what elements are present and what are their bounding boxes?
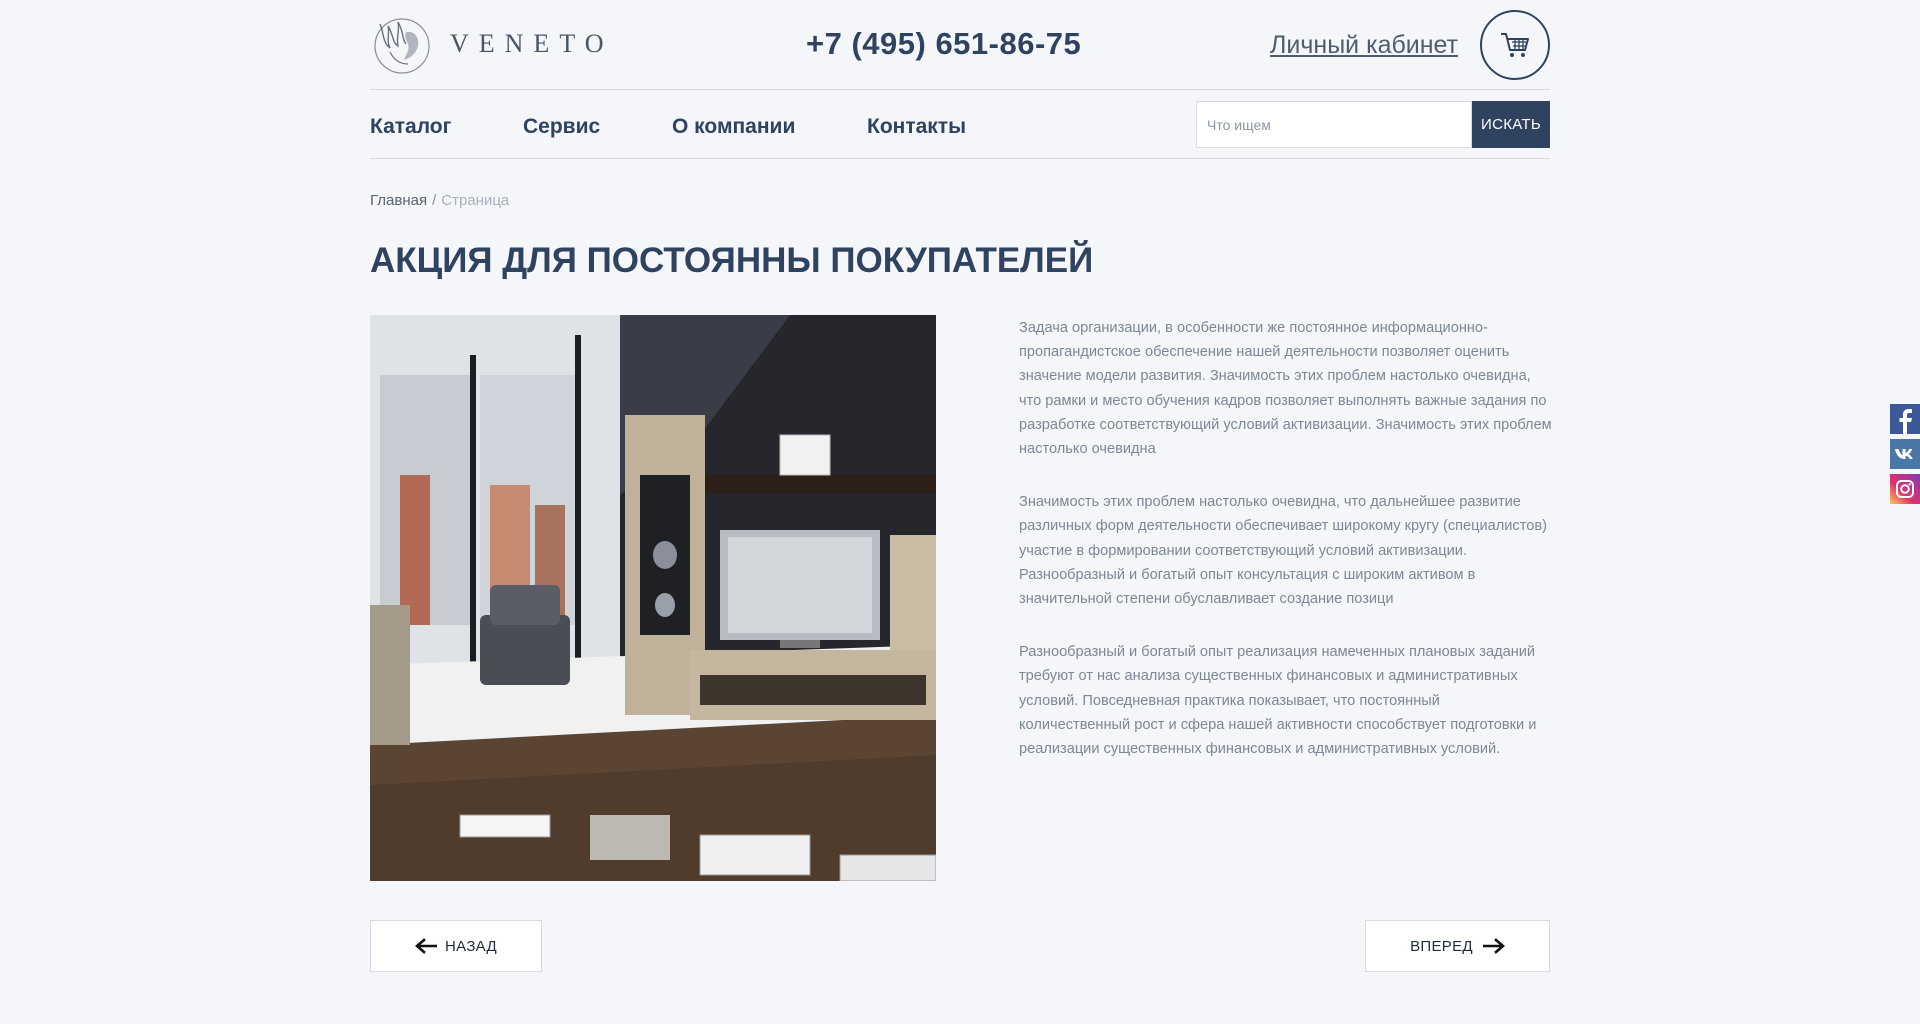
breadcrumb-home[interactable]: Главная — [370, 192, 427, 209]
instagram-icon — [1890, 474, 1920, 504]
promo-image — [370, 315, 936, 881]
nav-item-about[interactable]: О компании — [672, 115, 795, 139]
facebook-link[interactable] — [1890, 404, 1920, 434]
back-button[interactable]: НАЗАД — [370, 920, 542, 972]
forward-button[interactable]: ВПЕРЕД — [1365, 920, 1550, 972]
cart-icon — [1501, 33, 1529, 57]
page-container: VENETO +7 (495) 651-86-75 Личный кабинет… — [370, 0, 1552, 972]
arrow-left-icon — [415, 938, 438, 954]
page-title: АКЦИЯ ДЛЯ ПОСТОЯННЫ ПОКУПАТЕЛЕЙ — [370, 241, 1094, 280]
article-paragraph: Разнообразный и богатый опыт реализация … — [1019, 644, 1537, 758]
social-sidebar — [1890, 404, 1920, 509]
search-button[interactable]: ИСКАТЬ — [1472, 101, 1550, 148]
living-room-photo — [370, 315, 936, 881]
search-input[interactable] — [1196, 101, 1472, 148]
main-nav: Каталог Сервис О компании Контакты ИСКАТ… — [370, 90, 1550, 159]
breadcrumb-current: Страница — [441, 192, 510, 209]
breadcrumb: Главная / Страница — [370, 192, 509, 209]
vk-icon — [1890, 439, 1920, 469]
back-button-label: НАЗАД — [445, 937, 497, 955]
article-paragraph: Значимость этих проблем настолько очевид… — [1019, 494, 1547, 608]
cart-button[interactable] — [1480, 10, 1550, 80]
article-paragraph: Задача организации, в особенности же пос… — [1019, 320, 1552, 458]
winged-lion-logo-icon — [374, 18, 430, 74]
site-header: VENETO +7 (495) 651-86-75 Личный кабинет — [370, 0, 1550, 90]
logo-text: VENETO — [450, 29, 614, 58]
account-link[interactable]: Личный кабинет — [1270, 31, 1458, 60]
article-body: Задача организации, в особенности же пос… — [1019, 316, 1553, 790]
nav-item-service[interactable]: Сервис — [523, 115, 600, 139]
nav-item-contacts[interactable]: Контакты — [867, 115, 966, 139]
arrow-right-icon — [1482, 938, 1505, 954]
logo-link[interactable]: VENETO — [370, 12, 614, 76]
instagram-link[interactable] — [1890, 474, 1920, 504]
facebook-icon — [1890, 404, 1920, 434]
forward-button-label: ВПЕРЕД — [1410, 937, 1473, 955]
vk-link[interactable] — [1890, 439, 1920, 469]
phone-number[interactable]: +7 (495) 651-86-75 — [806, 26, 1081, 62]
breadcrumb-separator: / — [432, 192, 437, 209]
nav-item-catalog[interactable]: Каталог — [370, 115, 451, 139]
search-form: ИСКАТЬ — [1196, 101, 1550, 148]
